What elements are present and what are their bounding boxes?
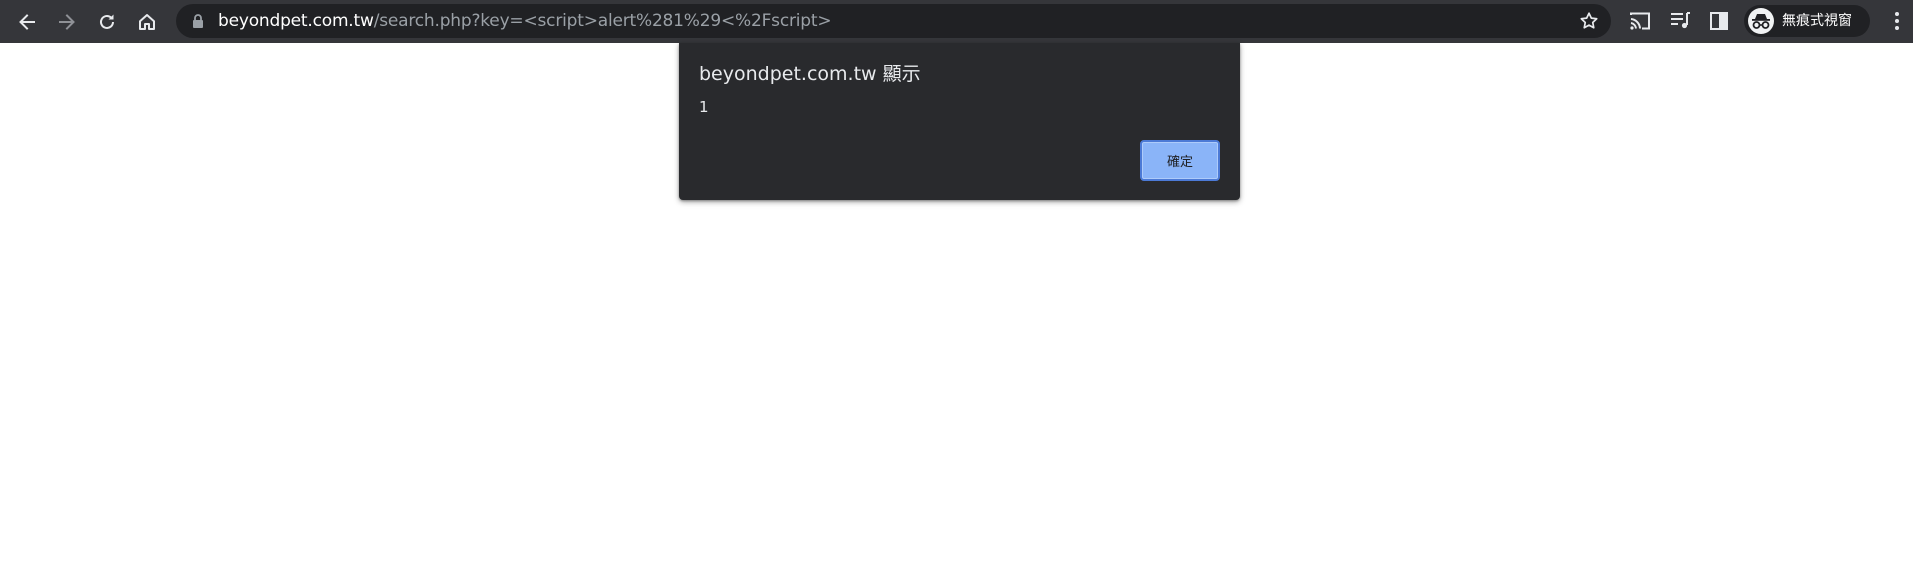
star-icon[interactable]: [1579, 11, 1599, 31]
incognito-avatar: [1748, 8, 1774, 34]
home-icon: [139, 14, 155, 30]
three-dot-menu-icon[interactable]: [1890, 10, 1904, 32]
browser-toolbar: beyondpet.com.tw/search.php?key=<script>…: [0, 0, 1913, 43]
arrow-right-icon: [59, 14, 75, 30]
incognito-label: 無痕式視窗: [1782, 13, 1852, 29]
forward-button[interactable]: [51, 6, 83, 38]
side-panel-icon[interactable]: [1708, 10, 1730, 32]
incognito-indicator[interactable]: 無痕式視窗: [1744, 5, 1870, 37]
alert-dialog: beyondpet.com.tw 顯示 1 確定: [679, 43, 1240, 200]
ok-button[interactable]: 確定: [1140, 140, 1220, 181]
incognito-icon: [1752, 14, 1770, 29]
reload-icon: [100, 14, 114, 29]
lock-icon[interactable]: [190, 13, 206, 29]
cast-icon[interactable]: [1629, 10, 1651, 32]
url-text[interactable]: beyondpet.com.tw/search.php?key=<script>…: [218, 11, 832, 31]
reload-button[interactable]: [91, 6, 123, 38]
home-button[interactable]: [131, 6, 163, 38]
playlist-icon[interactable]: [1669, 10, 1691, 32]
url-path: /search.php?key=<script>alert%281%29<%2F…: [373, 11, 832, 31]
dialog-message: 1: [699, 98, 709, 116]
address-bar[interactable]: beyondpet.com.tw/search.php?key=<script>…: [176, 4, 1611, 38]
back-button[interactable]: [11, 6, 43, 38]
arrow-left-icon: [19, 14, 35, 30]
url-host: beyondpet.com.tw: [218, 11, 374, 31]
dialog-title: beyondpet.com.tw 顯示: [699, 63, 921, 85]
